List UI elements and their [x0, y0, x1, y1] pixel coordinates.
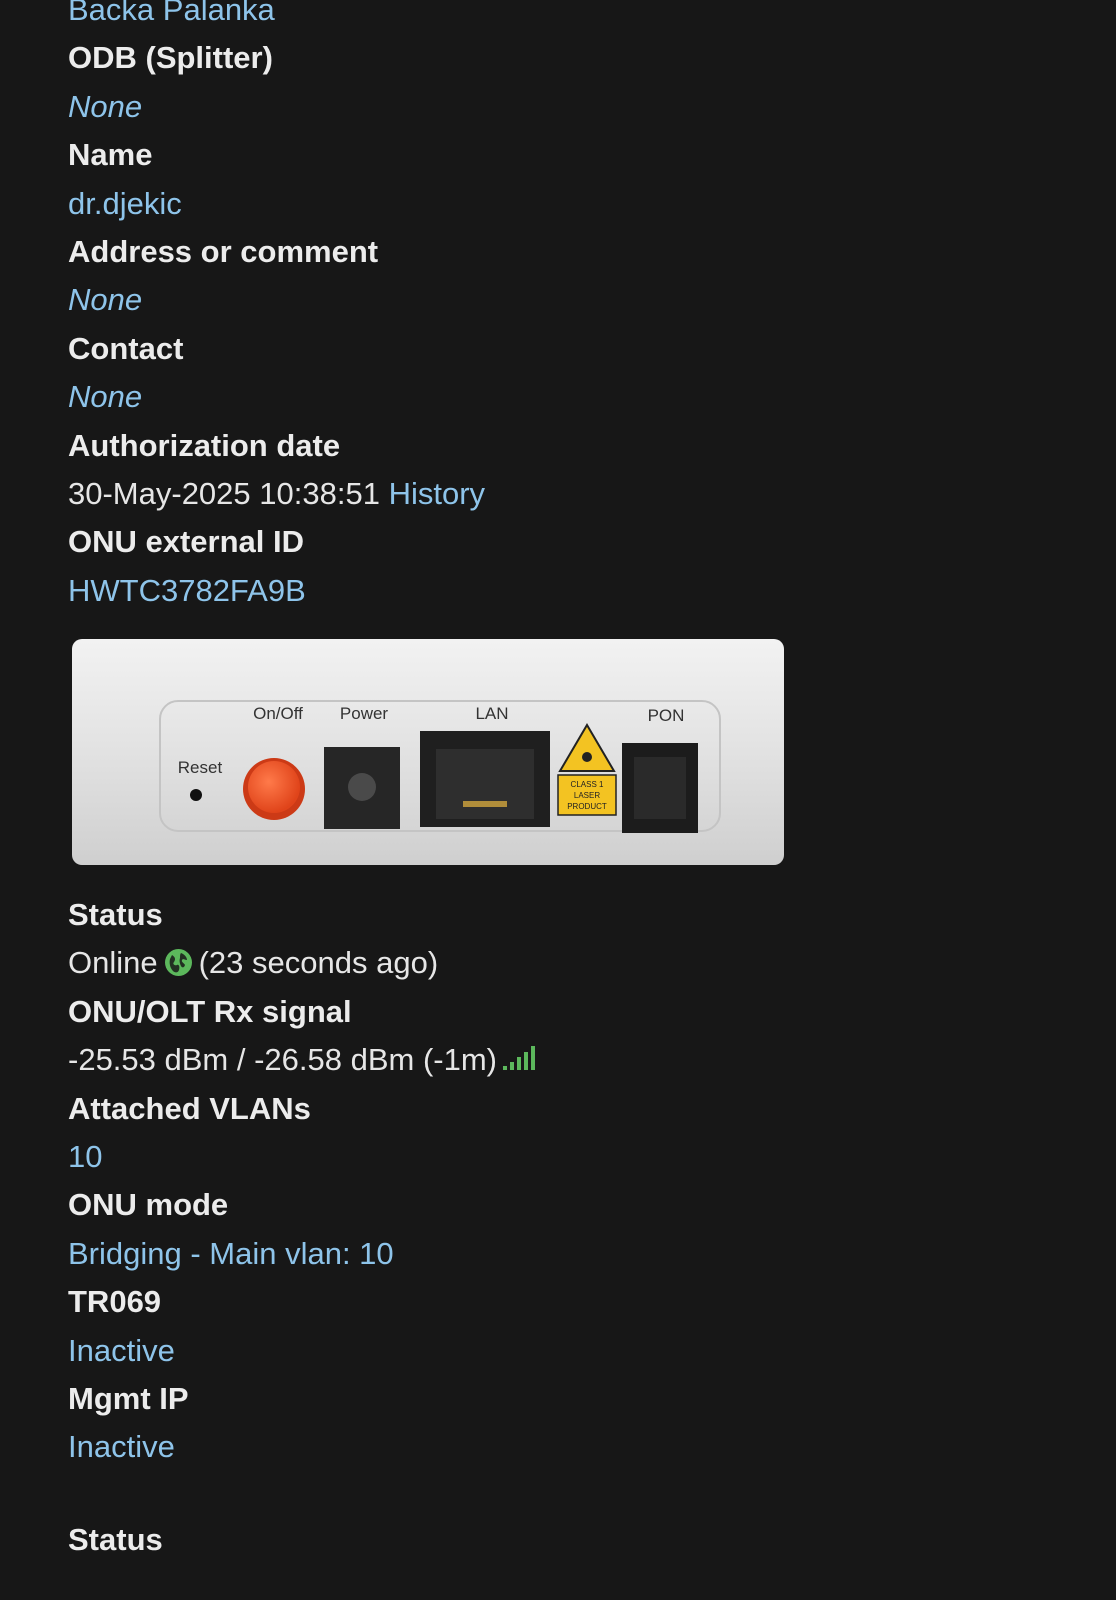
zone-link[interactable]: Backa Palanka [68, 0, 1068, 34]
address-value[interactable]: None [68, 276, 1068, 324]
external-id-label: ONU external ID [68, 524, 305, 560]
onoff-port-label: On/Off [253, 704, 303, 723]
name-value[interactable]: dr.djekic [68, 180, 1068, 228]
rx-signal-value: -25.53 dBm / -26.58 dBm (-1m) [68, 1042, 497, 1078]
globe-icon [164, 943, 193, 977]
laser-label-line-1: CLASS 1 [571, 780, 604, 789]
mgmt-ip-value[interactable]: Inactive [68, 1423, 1068, 1471]
laser-warning-dot [582, 752, 592, 763]
onu-mode-label: ONU mode [68, 1187, 229, 1223]
signal-bars-icon [501, 1038, 537, 1071]
rx-signal-label: ONU/OLT Rx signal [68, 993, 352, 1029]
history-link[interactable]: History [389, 476, 485, 511]
onu-device-image: Reset On/Off Power LAN CLASS 1 LASER PRO… [68, 635, 788, 871]
odb-value[interactable]: None [68, 83, 1068, 131]
power-jack-center [348, 773, 376, 802]
onu-mode-value[interactable]: Bridging - Main vlan: 10 [68, 1230, 1068, 1278]
external-id-value[interactable]: HWTC3782FA9B [68, 567, 1068, 615]
authorization-date-value: 30-May-2025 10:38:51 [68, 475, 380, 511]
odb-label: ODB (Splitter) [68, 40, 273, 76]
address-label: Address or comment [68, 233, 379, 269]
contact-label: Contact [68, 330, 184, 366]
lan-port-inner [436, 749, 534, 820]
lan-port-label: LAN [475, 704, 508, 723]
status-label: Status [68, 897, 163, 933]
status-age: (23 seconds ago) [198, 945, 439, 981]
status-row: Online (23 seconds ago) [68, 939, 1068, 987]
bottom-status-label: Status [68, 1521, 163, 1557]
reset-port-label: Reset [178, 758, 223, 777]
power-port-label: Power [340, 704, 389, 723]
laser-label-line-2: LASER [574, 791, 600, 800]
onu-details-panel: Backa Palanka ODB (Splitter) None Name d… [68, 0, 1068, 1564]
rx-signal-row: -25.53 dBm / -26.58 dBm (-1m) [68, 1036, 1068, 1084]
name-label: Name [68, 137, 153, 173]
lan-port-pins [463, 801, 507, 808]
attached-vlans-label: Attached VLANs [68, 1090, 311, 1126]
pon-port-inner [634, 757, 686, 820]
authorization-date-label: Authorization date [68, 427, 341, 463]
tr069-label: TR069 [68, 1284, 162, 1320]
contact-value[interactable]: None [68, 373, 1068, 421]
authorization-date-row: 30-May-2025 10:38:51 History [68, 470, 1068, 518]
laser-label-line-3: PRODUCT [567, 802, 607, 811]
pon-port-label: PON [648, 706, 685, 725]
mgmt-ip-label: Mgmt IP [68, 1380, 189, 1416]
power-button [248, 761, 300, 814]
onu-rear-panel-illustration: Reset On/Off Power LAN CLASS 1 LASER PRO… [72, 639, 784, 866]
status-value: Online [68, 945, 158, 981]
tr069-value[interactable]: Inactive [68, 1327, 1068, 1375]
reset-hole [190, 789, 202, 802]
attached-vlans-value[interactable]: 10 [68, 1133, 1068, 1181]
